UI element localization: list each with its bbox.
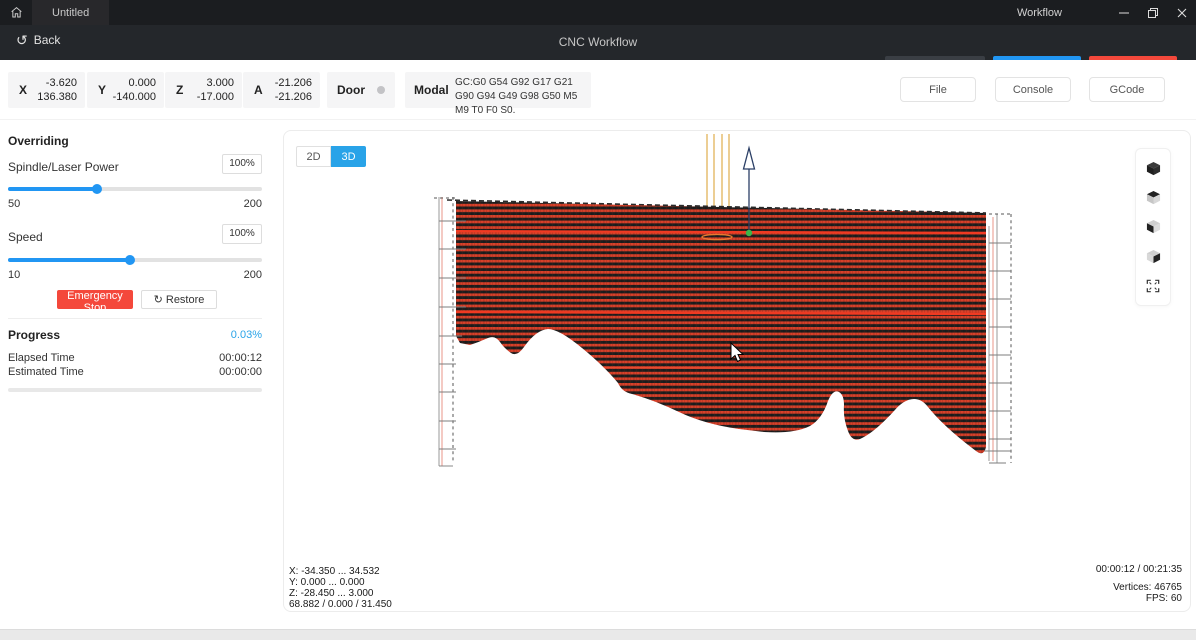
restore-icon: ↻ [154,294,163,306]
elapsed-time-value: 00:00:12 [219,352,262,364]
axis-readout-y: Y 0.000-140.000 [87,72,164,108]
app-window: Untitled Workflow ↺ Back CNC Workflow St… [0,0,1196,640]
bounds-dimensions: 68.882 / 0.000 / 31.450 [289,599,392,610]
view-3d-button[interactable]: 3D [331,146,366,167]
axis-y-position: 0.000 [113,76,156,90]
speed-input[interactable]: 100% [222,224,262,244]
speed-max-label: 200 [244,269,262,281]
page-title: CNC Workflow [0,35,1196,49]
axis-y-label: Y [98,83,106,97]
viewer-canvas[interactable]: 2D 3D [283,130,1191,612]
spindle-min-label: 50 [8,198,20,210]
door-label: Door [337,83,365,97]
toolpath-visualization[interactable] [284,131,1190,611]
side-view-icon[interactable] [1143,246,1163,266]
top-view-icon[interactable] [1143,188,1163,208]
sidebar: Overriding Spindle/Laser Power 100% 50 2… [0,120,272,628]
file-panel-button[interactable]: File [900,77,976,102]
bounds-z: Z: -28.450 ... 3.000 [289,588,392,599]
axis-readout-a: A -21.206-21.206 [243,72,320,108]
right-boundary-frame [984,214,1011,463]
view-mode-toggle: 2D 3D [296,146,366,167]
axis-a-position: -21.206 [275,76,312,90]
spindle-power-input[interactable]: 100% [222,154,262,174]
restore-window-button[interactable] [1138,0,1167,25]
emergency-stop-button[interactable]: Emergency Stop [57,290,133,309]
playback-time: 00:00:12 / 00:21:35 [1096,564,1182,575]
gcode-panel-button[interactable]: GCode [1089,77,1165,102]
speed-slider[interactable] [8,255,262,265]
close-button[interactable] [1167,0,1196,25]
home-icon [10,6,23,19]
minimize-icon [1119,8,1129,18]
document-tab[interactable]: Untitled [32,0,109,25]
gcode-bounds-readout: X: -34.350 ... 34.532 Y: 0.000 ... 0.000… [289,566,392,610]
axis-z-machine-position: -17.000 [197,90,234,104]
fps-counter: FPS: 60 [1096,593,1182,604]
door-indicator-icon [377,86,385,94]
vertices-count: Vertices: 46765 [1096,582,1182,593]
restore-label: Restore [166,294,205,306]
home-button[interactable] [0,0,32,25]
fit-view-icon[interactable] [1143,276,1163,296]
spindle-slider-fill [8,187,97,191]
axis-x-position: -3.620 [37,76,77,90]
door-status: Door [327,72,395,108]
axis-readout-x: X -3.620136.380 [8,72,85,108]
speed-min-label: 10 [8,269,20,281]
progress-title: Progress [8,328,60,342]
tool-tip-dot [746,230,752,236]
bottom-edge-bar [0,629,1196,640]
coordinates-bar: X -3.620136.380 Y 0.000-140.000 Z 3.000-… [0,60,1196,120]
spindle-max-label: 200 [244,198,262,210]
axis-x-label: X [19,83,27,97]
progress-bar [8,388,262,392]
front-view-icon[interactable] [1143,217,1163,237]
title-bar: Untitled Workflow [0,0,1196,25]
document-tab-label: Untitled [52,7,89,19]
bounds-y: Y: 0.000 ... 0.000 [289,577,392,588]
close-icon [1177,8,1187,18]
axis-z-label: Z [176,83,183,97]
speed-slider-fill [8,258,130,262]
estimated-time-label: Estimated Time [8,366,84,378]
modal-label: Modal [414,83,449,97]
minimize-button[interactable] [1109,0,1138,25]
restore-window-icon [1148,8,1158,18]
console-panel-button[interactable]: Console [995,77,1071,102]
estimated-time-value: 00:00:00 [219,366,262,378]
view-2d-button[interactable]: 2D [296,146,331,167]
window-controls [1109,0,1196,25]
control-bar: ↺ Back CNC Workflow Status Run Pause Sto… [0,25,1196,60]
overriding-title: Overriding [8,134,69,148]
axis-a-machine-position: -21.206 [275,90,312,104]
axis-readout-z: Z 3.000-17.000 [165,72,242,108]
window-title: Workflow [1017,7,1062,19]
modal-readout: Modal GC:G0 G54 G92 G17 G21 G90 G94 G49 … [405,72,591,108]
spindle-slider-handle[interactable] [92,184,102,194]
speed-slider-handle[interactable] [125,255,135,265]
speed-label: Speed [8,230,43,244]
sidebar-divider [8,318,262,319]
modal-value: GC:G0 G54 G92 G17 G21 G90 G94 G49 G98 G5… [455,76,587,118]
progress-percent: 0.03% [231,329,262,341]
axis-y-machine-position: -140.000 [113,90,156,104]
axis-z-position: 3.000 [197,76,234,90]
bounds-x: X: -34.350 ... 34.532 [289,566,392,577]
view-tools-panel [1135,148,1171,306]
axis-a-label: A [254,83,263,97]
isometric-view-icon[interactable] [1143,158,1163,178]
spindle-power-label: Spindle/Laser Power [8,160,119,174]
axis-x-machine-position: 136.380 [37,90,77,104]
restore-button[interactable]: ↻ Restore [141,290,217,309]
spindle-power-slider[interactable] [8,184,262,194]
elapsed-time-label: Elapsed Time [8,352,75,364]
render-stats: 00:00:12 / 00:21:35 Vertices: 46765 FPS:… [1096,564,1182,604]
